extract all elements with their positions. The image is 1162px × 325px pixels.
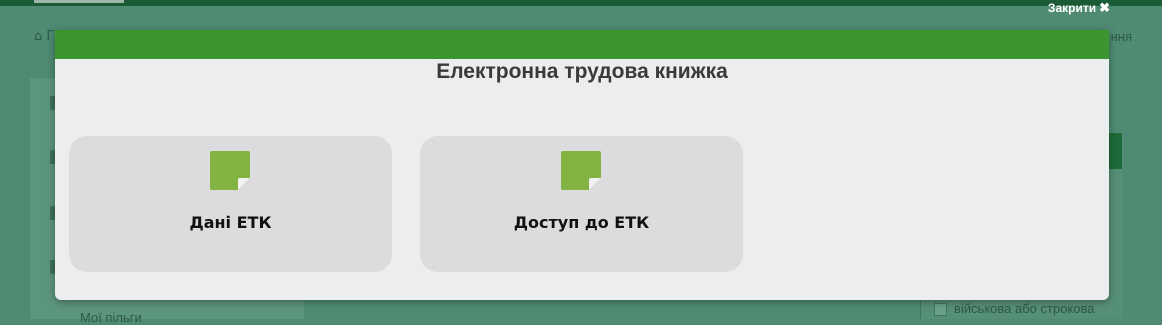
right-panel-header [1108, 133, 1122, 169]
nav-tab [34, 0, 124, 3]
right-panel-text: військова або строкова [954, 301, 1095, 316]
card-etk-access[interactable]: Доступ до ЕТК [420, 136, 743, 272]
modal-dialog: Електронна трудова книжка Дані ЕТК Досту… [55, 30, 1109, 300]
close-label: Закрити [1047, 1, 1097, 15]
card-label: Доступ до ЕТК [513, 213, 650, 232]
checkbox [934, 303, 947, 316]
modal-title: Електронна трудова книжка [436, 60, 728, 83]
top-navbar [0, 0, 1162, 6]
breadcrumb: ⌂ Г [34, 29, 54, 44]
note-icon [210, 151, 250, 190]
close-button[interactable]: Закрити ✖ [1048, 0, 1110, 16]
card-etk-data[interactable]: Дані ЕТК [69, 136, 392, 272]
note-icon [561, 151, 601, 190]
breadcrumb-text: Г [46, 29, 55, 44]
sidebar-item-label: Мої пільги [80, 310, 142, 325]
modal-header [55, 30, 1109, 59]
card-label: Дані ЕТК [189, 213, 272, 232]
close-icon: ✖ [1099, 0, 1110, 15]
home-icon: ⌂ [34, 29, 43, 44]
breadcrumb-right: ння [1110, 29, 1132, 44]
